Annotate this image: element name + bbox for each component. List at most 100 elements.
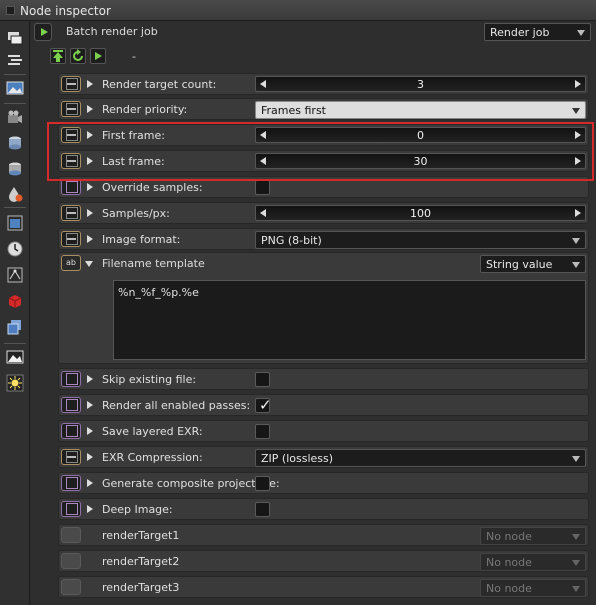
- first-frame-slider[interactable]: 0: [255, 127, 586, 143]
- red-cube-icon[interactable]: [6, 292, 24, 310]
- toggle-pin-icon[interactable]: [61, 423, 81, 439]
- toggle-pin-icon[interactable]: [61, 179, 81, 195]
- samples-px-label: Samples/px:: [102, 207, 170, 220]
- render-priority-row: Render priority: Frames first: [58, 98, 589, 120]
- node-graph-icon[interactable]: [6, 266, 24, 284]
- value-pin-icon[interactable]: [61, 101, 81, 117]
- expand-arrow-icon[interactable]: [87, 479, 93, 487]
- image-icon[interactable]: [6, 79, 24, 97]
- increment-arrow-icon[interactable]: [575, 80, 581, 88]
- filename-template-block: ab Filename template String value %n_%f_…: [58, 252, 589, 364]
- window-title: Node inspector: [20, 4, 111, 18]
- toolbar-divider: [4, 343, 26, 344]
- last-frame-label: Last frame:: [102, 155, 165, 168]
- expand-arrow-icon[interactable]: [87, 427, 93, 435]
- node-type-dropdown[interactable]: Render job: [484, 23, 591, 41]
- save-layered-exr-checkbox[interactable]: [255, 424, 270, 439]
- render-target-3-dropdown[interactable]: No node: [480, 579, 586, 597]
- chevron-down-icon: [572, 534, 580, 540]
- last-frame-value: 30: [413, 155, 428, 168]
- expand-arrow-icon[interactable]: [87, 80, 93, 88]
- deep-image-label: Deep Image:: [102, 503, 173, 516]
- side-toolbar: [0, 21, 30, 605]
- camera-icon[interactable]: [6, 109, 24, 127]
- clock-icon[interactable]: [6, 240, 24, 258]
- value-pin-icon[interactable]: [61, 127, 81, 143]
- chevron-down-icon: [572, 262, 580, 268]
- skip-existing-checkbox[interactable]: [255, 372, 270, 387]
- render-target-count-slider[interactable]: 3: [255, 76, 586, 92]
- link-pin-icon[interactable]: [61, 579, 81, 595]
- value-pin-icon[interactable]: [61, 449, 81, 465]
- skip-existing-row: Skip existing file:: [58, 368, 589, 390]
- generate-composite-checkbox[interactable]: [255, 476, 270, 491]
- database-alt-icon[interactable]: [6, 160, 24, 178]
- deep-image-checkbox[interactable]: [255, 502, 270, 517]
- chevron-down-icon: [572, 586, 580, 592]
- skip-existing-label: Skip existing file:: [102, 373, 197, 386]
- node-type-value: Render job: [490, 26, 550, 39]
- panel-grip-icon[interactable]: [6, 6, 15, 15]
- increment-arrow-icon[interactable]: [575, 157, 581, 165]
- chevron-down-icon: [572, 238, 580, 244]
- render-target-count-row: Render target count: 3: [58, 73, 589, 95]
- render-target-1-value: No node: [486, 530, 532, 543]
- toggle-pin-icon[interactable]: [61, 397, 81, 413]
- toggle-pin-icon[interactable]: [61, 501, 81, 517]
- value-pin-icon[interactable]: [61, 231, 81, 247]
- render-target-2-dropdown[interactable]: No node: [480, 553, 586, 571]
- expand-arrow-icon[interactable]: [87, 401, 93, 409]
- sun-icon[interactable]: [6, 374, 24, 392]
- expand-arrow-icon[interactable]: [87, 453, 93, 461]
- upload-icon[interactable]: [50, 48, 66, 64]
- increment-arrow-icon[interactable]: [575, 131, 581, 139]
- expand-arrow-icon[interactable]: [87, 235, 93, 243]
- image-format-label: Image format:: [102, 233, 181, 246]
- list-icon[interactable]: [6, 51, 24, 69]
- link-pin-icon[interactable]: [61, 527, 81, 543]
- color-drop-icon[interactable]: [6, 185, 24, 203]
- toggle-pin-icon[interactable]: [61, 475, 81, 491]
- value-pin-icon[interactable]: [61, 205, 81, 221]
- filename-template-mode-dropdown[interactable]: String value: [480, 255, 586, 273]
- expand-arrow-icon[interactable]: [87, 131, 93, 139]
- exr-compression-label: EXR Compression:: [102, 451, 203, 464]
- first-frame-label: First frame:: [102, 129, 165, 142]
- override-samples-checkbox[interactable]: [255, 180, 270, 195]
- picture-icon[interactable]: [6, 348, 24, 366]
- last-frame-row: Last frame: 30: [58, 150, 589, 172]
- value-pin-icon[interactable]: [61, 153, 81, 169]
- value-pin-icon[interactable]: [61, 76, 81, 92]
- last-frame-slider[interactable]: 30: [255, 153, 586, 169]
- run-node-button[interactable]: [34, 23, 52, 41]
- expand-arrow-icon[interactable]: [87, 157, 93, 165]
- expand-arrow-icon[interactable]: [87, 209, 93, 217]
- render-target-1-dropdown[interactable]: No node: [480, 527, 586, 545]
- expand-arrow-icon[interactable]: [87, 183, 93, 191]
- refresh-icon[interactable]: [70, 48, 86, 64]
- render-target-count-label: Render target count:: [102, 78, 217, 91]
- render-priority-dropdown[interactable]: Frames first: [255, 101, 586, 119]
- samples-px-slider[interactable]: 100: [255, 205, 586, 221]
- increment-arrow-icon[interactable]: [575, 209, 581, 217]
- filename-template-textarea[interactable]: %n_%f_%p.%e: [113, 280, 586, 360]
- chevron-down-icon: [572, 560, 580, 566]
- blue-cube-icon[interactable]: [6, 318, 24, 336]
- expand-arrow-icon[interactable]: [87, 375, 93, 383]
- play-icon[interactable]: [90, 48, 106, 64]
- exr-compression-dropdown[interactable]: ZIP (lossless): [255, 449, 586, 467]
- string-pin-icon[interactable]: ab: [61, 255, 81, 271]
- image-format-dropdown[interactable]: PNG (8-bit): [255, 231, 586, 249]
- expand-arrow-icon[interactable]: [87, 505, 93, 513]
- render-all-passes-checkbox[interactable]: ✓: [255, 396, 272, 414]
- expand-arrow-icon[interactable]: [87, 105, 93, 113]
- chevron-down-icon: [572, 456, 580, 462]
- collapse-arrow-icon[interactable]: [85, 261, 93, 267]
- link-pin-icon[interactable]: [61, 553, 81, 569]
- database-icon[interactable]: [6, 134, 24, 152]
- node-header: Batch render job Render job: [31, 21, 596, 45]
- toggle-pin-icon[interactable]: [61, 371, 81, 387]
- render-target-3-row: renderTarget3 No node: [58, 576, 589, 598]
- render-window-icon[interactable]: [6, 214, 24, 232]
- layers-icon[interactable]: [6, 29, 24, 47]
